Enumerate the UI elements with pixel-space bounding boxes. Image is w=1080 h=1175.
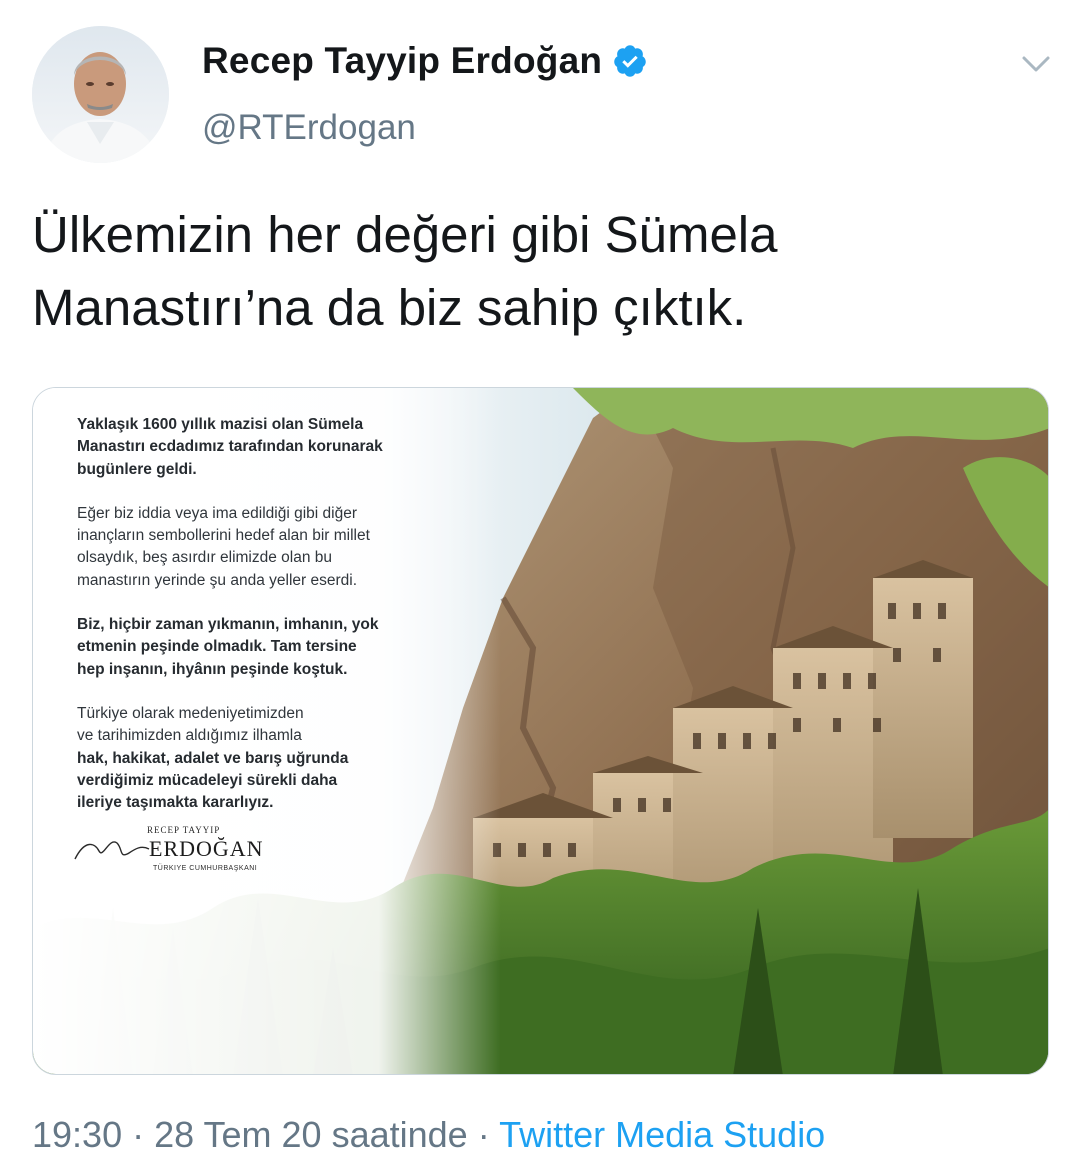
statement-line: Eğer biz iddia veya ima edildiği gibi di… bbox=[77, 504, 358, 522]
meta-separator: · bbox=[132, 1114, 145, 1155]
statement-line: manastırın yerinde şu anda yeller eserdi… bbox=[77, 571, 358, 589]
tweet-meta: 19:30 · 28 Tem 20 saatinde · Twitter Med… bbox=[32, 1114, 825, 1156]
statement-paragraph: Eğer biz iddia veya ima edildiği gibi di… bbox=[77, 503, 427, 592]
signature-stroke bbox=[74, 841, 150, 860]
statement-line: inançların sembollerini hedef alan bir m… bbox=[77, 527, 370, 545]
tweet-date[interactable]: 28 Tem 20 saatinde bbox=[154, 1114, 468, 1155]
statement-line: hak, hakikat, adalet ve barış uğrunda bbox=[77, 749, 349, 767]
chevron-down-icon[interactable] bbox=[1018, 50, 1054, 78]
statement-line: Manastırı ecdadımız tarafından korunarak bbox=[77, 438, 383, 456]
statement-line: Türkiye olarak medeniyetimizden bbox=[77, 704, 304, 722]
statement-paragraph: Biz, hiçbir zaman yıkmanın, imhanın, yok… bbox=[77, 614, 427, 681]
signature-first-names: RECEP TAYYIP bbox=[147, 825, 221, 835]
statement-line: ve tarihimizden aldığımız ilhamla bbox=[77, 727, 302, 745]
statement-paragraph: Yaklaşık 1600 yıllık mazisi olan Sümela … bbox=[77, 414, 427, 481]
statement-line: Yaklaşık 1600 yıllık mazisi olan Sümela bbox=[77, 416, 364, 433]
tweet-text-line: Manastırı’na da biz sahip çıktık. bbox=[32, 279, 747, 336]
verified-badge-icon bbox=[614, 45, 646, 77]
display-name[interactable]: Recep Tayyip Erdoğan bbox=[202, 40, 602, 82]
meta-separator: · bbox=[477, 1114, 490, 1155]
statement-line: bugünlere geldi. bbox=[77, 460, 197, 478]
tweet-text-line: Ülkemizin her değeri gibi Sümela bbox=[32, 206, 778, 263]
tweet-text: Ülkemizin her değeri gibi Sümela Manastı… bbox=[32, 198, 1032, 344]
statement-line: olsaydık, beş asırdır elimizde olan bu bbox=[77, 549, 333, 567]
avatar[interactable] bbox=[32, 26, 169, 163]
statement-line: etmenin peşinde olmadık. Tam tersine bbox=[77, 638, 357, 656]
signature: RECEP TAYYIP ERDOĞAN TÜRKIYE CUMHURBAŞKA… bbox=[73, 825, 293, 895]
tweet-source-link[interactable]: Twitter Media Studio bbox=[499, 1114, 825, 1155]
tweet-time[interactable]: 19:30 bbox=[32, 1114, 122, 1155]
statement-line: ileriye taşımakta kararlıyız. bbox=[77, 794, 274, 812]
signature-title: TÜRKIYE CUMHURBAŞKANI bbox=[153, 865, 258, 872]
tweet-media[interactable]: Yaklaşık 1600 yıllık mazisi olan Sümela … bbox=[32, 387, 1049, 1075]
statement-line: verdiğimiz mücadeleyi sürekli daha bbox=[77, 771, 338, 789]
statement-paragraph: Türkiye olarak medeniyetimizden ve tarih… bbox=[77, 703, 427, 814]
user-handle[interactable]: @RTErdogan bbox=[202, 108, 416, 148]
signature-surname: ERDOĞAN bbox=[149, 836, 264, 861]
statement-line: hep inşanın, ihyânın peşinde koştuk. bbox=[77, 660, 348, 678]
profile-photo bbox=[32, 26, 169, 163]
statement-line: Biz, hiçbir zaman yıkmanın, imhanın, yok bbox=[77, 616, 379, 634]
statement-text: Yaklaşık 1600 yıllık mazisi olan Sümela … bbox=[77, 414, 427, 836]
